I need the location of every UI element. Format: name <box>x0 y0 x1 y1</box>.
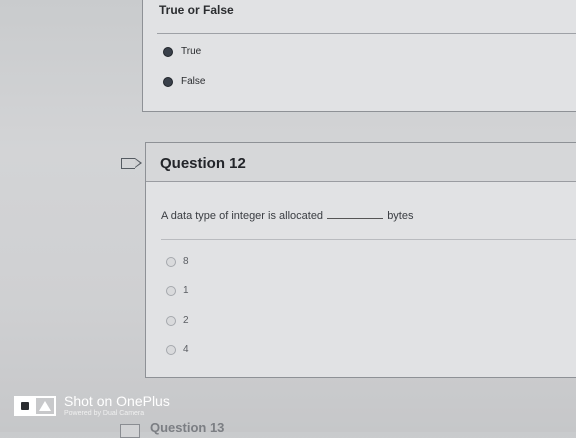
choice-label: 8 <box>183 256 189 267</box>
camera-watermark: Shot on OnePlus Powered by Dual Camera <box>14 394 170 418</box>
option-label: False <box>181 76 206 87</box>
choice-label: 4 <box>183 344 189 355</box>
radio-button[interactable] <box>166 256 176 267</box>
radio-button[interactable] <box>166 315 176 326</box>
option-false[interactable]: False <box>163 76 205 87</box>
dual-camera-logo-icon <box>14 396 56 416</box>
divider <box>161 239 576 240</box>
option-true[interactable]: True <box>163 46 201 57</box>
flag-question-icon[interactable] <box>121 157 142 169</box>
watermark-subtitle: Powered by Dual Camera <box>64 410 145 417</box>
answer-blank <box>327 209 384 219</box>
radio-button[interactable] <box>166 344 176 355</box>
divider <box>157 33 576 34</box>
choice-item[interactable]: 4 <box>166 344 189 355</box>
question-12-card: Question 12 A data type of integer is al… <box>145 142 576 378</box>
true-false-question-card: True or False True False <box>142 0 576 112</box>
choice-label: 1 <box>183 285 189 296</box>
watermark-text: Shot on OnePlus Powered by Dual Camera <box>64 394 170 418</box>
question-header: Question 12 <box>146 143 576 182</box>
flag-question-icon[interactable] <box>120 424 140 438</box>
prompt-unit: bytes <box>387 210 414 222</box>
choice-item[interactable]: 1 <box>166 285 189 296</box>
choice-item[interactable]: 8 <box>166 256 189 267</box>
radio-button[interactable] <box>163 76 173 87</box>
choice-label: 2 <box>183 315 189 326</box>
radio-button[interactable] <box>166 285 176 296</box>
watermark-title: Shot on OnePlus <box>64 393 170 409</box>
question-title: Question 12 <box>160 155 246 172</box>
option-label: True <box>181 46 202 57</box>
question-title: True or False <box>159 3 234 17</box>
question-prompt: A data type of integer is allocated byte… <box>161 209 413 222</box>
radio-button[interactable] <box>163 46 173 57</box>
next-question-title: Question 13 <box>150 420 225 435</box>
prompt-text: A data type of integer is allocated <box>161 210 324 222</box>
choice-item[interactable]: 2 <box>166 315 189 326</box>
